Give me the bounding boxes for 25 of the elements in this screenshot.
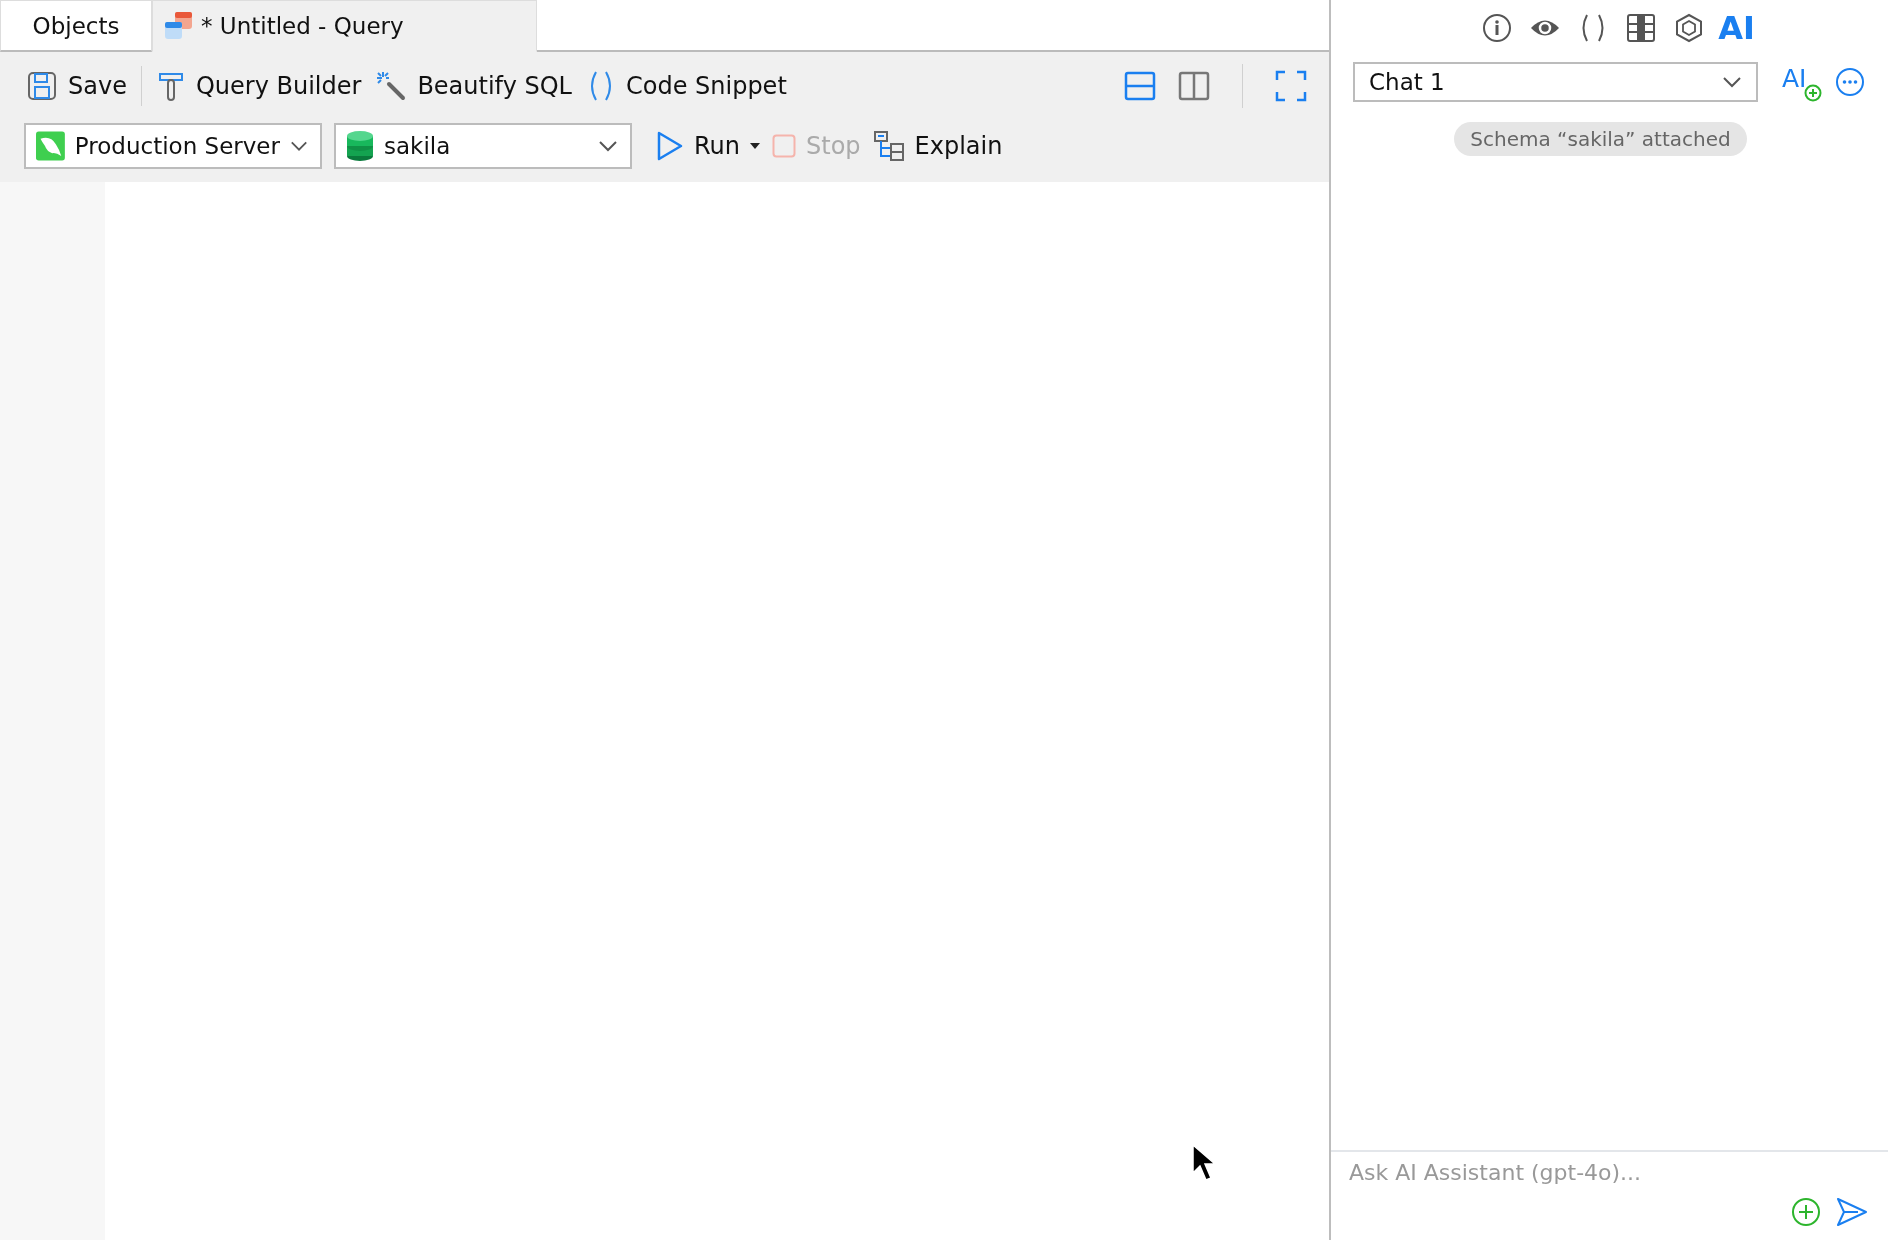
magic-wand-icon [375,70,408,102]
tab[interactable]: * Untitled - Query [152,0,537,52]
caret-icon [750,143,761,149]
chevron-down-icon [598,140,618,152]
query-icon [163,10,195,42]
tab[interactable]: Objects [0,0,152,52]
chevron-down-icon [1722,76,1742,88]
panel-tab[interactable]: AI [1719,11,1754,45]
database-dropdown[interactable]: sakila [334,123,632,169]
stop-square-icon [772,134,797,158]
explain-button[interactable]: Explain [872,122,1003,170]
play-icon [656,131,684,161]
beautify-sql-button[interactable]: Beautify SQL [375,62,572,110]
chevron-down-icon [289,140,308,152]
tree-diagram-icon [872,130,905,162]
code-snippet-button[interactable]: Code Snippet [585,62,787,110]
connection-dropdown[interactable]: Production Server [24,123,322,169]
query-builder-button[interactable]: Query Builder [155,62,362,110]
schema-attached-notice: Schema “sakila” attached [1454,122,1747,156]
run-button[interactable]: Run [656,122,761,170]
plus-circle-icon [1804,84,1822,102]
save-button[interactable]: Save [26,62,127,110]
database-icon [346,130,374,162]
new-chat-button[interactable]: AI [1780,62,1820,102]
chat-dropdown[interactable]: Chat 1 [1353,62,1758,102]
